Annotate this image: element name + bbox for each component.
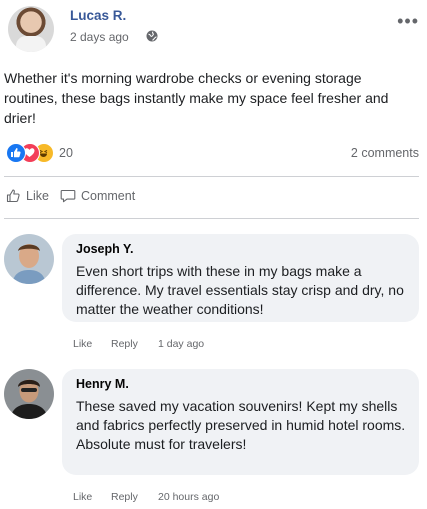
comment-text: These saved my vacation souvenirs! Kept … xyxy=(76,398,406,452)
comment-bubble: Henry M. These saved my vacation souveni… xyxy=(62,369,419,475)
comment-reply-link[interactable]: Reply xyxy=(111,338,138,350)
divider xyxy=(4,218,419,219)
author-avatar[interactable] xyxy=(8,6,54,52)
comment-like-link[interactable]: Like xyxy=(73,491,92,503)
comment-text: Even short trips with these in my bags m… xyxy=(76,263,404,317)
post-header: Lucas R. 2 days ago ••• xyxy=(8,6,419,52)
comments-count[interactable]: 2 comments xyxy=(351,146,419,160)
like-reaction-icon xyxy=(6,143,26,163)
post-timestamp[interactable]: 2 days ago xyxy=(70,30,129,44)
post-actions: Like Comment xyxy=(6,188,306,208)
comment-bubble: Joseph Y. Even short trips with these in… xyxy=(62,234,419,322)
thumbs-up-icon xyxy=(6,189,20,203)
more-options-icon[interactable]: ••• xyxy=(397,12,419,30)
comment-button[interactable]: Comment xyxy=(60,188,135,203)
commenter-name[interactable]: Henry M. xyxy=(76,377,407,391)
globe-icon xyxy=(146,30,158,42)
like-button[interactable]: Like xyxy=(6,188,49,203)
comment-button-label: Comment xyxy=(81,188,136,203)
comment-reply-link[interactable]: Reply xyxy=(111,491,138,503)
comment-timestamp[interactable]: 20 hours ago xyxy=(158,491,219,503)
comment-timestamp[interactable]: 1 day ago xyxy=(158,338,204,350)
commenter-avatar[interactable] xyxy=(4,369,54,419)
divider xyxy=(4,176,419,177)
like-button-label: Like xyxy=(26,188,49,203)
comment-bubble-icon xyxy=(60,189,76,203)
comment-like-link[interactable]: Like xyxy=(73,338,92,350)
commenter-name[interactable]: Joseph Y. xyxy=(76,242,407,256)
post-text: Whether it's morning wardrobe checks or … xyxy=(4,70,389,126)
reactions-summary[interactable]: 20 2 comments xyxy=(6,143,419,165)
author-name[interactable]: Lucas R. xyxy=(70,8,126,23)
reactions-count: 20 xyxy=(59,146,73,160)
commenter-avatar[interactable] xyxy=(4,234,54,284)
